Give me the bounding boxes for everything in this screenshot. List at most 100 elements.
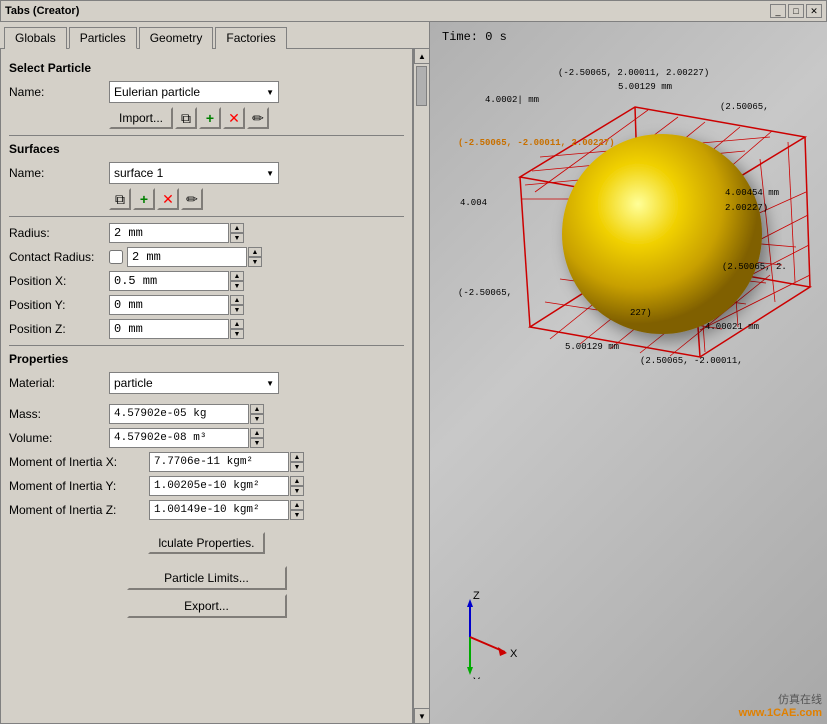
moi-z-down-button[interactable]: ▼ bbox=[290, 510, 304, 520]
position-y-down-button[interactable]: ▼ bbox=[230, 305, 244, 315]
scrollbar[interactable]: ▲ ▼ bbox=[413, 48, 429, 724]
calculate-properties-button[interactable]: lculate Properties. bbox=[148, 532, 264, 554]
scroll-thumb[interactable] bbox=[416, 66, 427, 106]
mass-input[interactable] bbox=[109, 404, 249, 424]
dropdown-arrow-icon: ▼ bbox=[266, 88, 274, 97]
material-dropdown[interactable]: particle ▼ bbox=[109, 372, 279, 394]
delete-button[interactable]: ✕ bbox=[223, 107, 245, 129]
annot-right-mid: (2.50065, 2. bbox=[722, 262, 787, 272]
copy-button[interactable]: ⧉ bbox=[175, 107, 197, 129]
tab-globals[interactable]: Globals bbox=[4, 27, 67, 49]
contact-radius-label: Contact Radius: bbox=[9, 250, 109, 264]
moi-x-input[interactable] bbox=[149, 452, 289, 472]
scroll-down-button[interactable]: ▼ bbox=[414, 708, 429, 724]
close-button[interactable]: ✕ bbox=[806, 4, 822, 18]
particle-name-label: Name: bbox=[9, 85, 109, 99]
edit-button[interactable]: ✏ bbox=[247, 107, 269, 129]
position-x-up-button[interactable]: ▲ bbox=[230, 271, 244, 281]
watermark-line1: 仿真在线 bbox=[739, 691, 822, 707]
radius-up-button[interactable]: ▲ bbox=[230, 223, 244, 233]
moi-x-up-button[interactable]: ▲ bbox=[290, 452, 304, 462]
volume-input[interactable] bbox=[109, 428, 249, 448]
annot-bottom-mm: 5.00129 mm bbox=[565, 342, 619, 352]
radius-input[interactable] bbox=[109, 223, 229, 243]
minimize-button[interactable]: _ bbox=[770, 4, 786, 18]
annot-top-left: (-2.50065, 2.00011, 2.00227) bbox=[558, 68, 709, 78]
position-x-down-button[interactable]: ▼ bbox=[230, 281, 244, 291]
position-z-up-button[interactable]: ▲ bbox=[230, 319, 244, 329]
tab-factories[interactable]: Factories bbox=[215, 27, 286, 49]
export-button[interactable]: Export... bbox=[127, 594, 287, 618]
mass-up-button[interactable]: ▲ bbox=[250, 404, 264, 414]
time-label: Time: 0 s bbox=[442, 30, 507, 44]
surface-dropdown-arrow-icon: ▼ bbox=[266, 169, 274, 178]
restore-button[interactable]: □ bbox=[788, 4, 804, 18]
window-title: Tabs (Creator) bbox=[5, 5, 79, 17]
contact-radius-up-button[interactable]: ▲ bbox=[248, 247, 262, 257]
moi-x-down-button[interactable]: ▼ bbox=[290, 462, 304, 472]
moi-z-up-button[interactable]: ▲ bbox=[290, 500, 304, 510]
panel-with-scroll: Select Particle Name: Eulerian particle … bbox=[0, 48, 429, 724]
material-row: Material: particle ▼ bbox=[9, 372, 404, 394]
volume-up-button[interactable]: ▲ bbox=[250, 428, 264, 438]
position-y-label: Position Y: bbox=[9, 298, 109, 312]
surface-name-dropdown[interactable]: surface 1 ▼ bbox=[109, 162, 279, 184]
import-button[interactable]: Import... bbox=[109, 107, 173, 129]
annot-left-4: 4.004 bbox=[460, 198, 487, 208]
tab-particles[interactable]: Particles bbox=[69, 27, 137, 49]
contact-radius-input[interactable] bbox=[127, 247, 247, 267]
surface-copy-icon: ⧉ bbox=[115, 191, 125, 208]
contact-radius-input-group: ▲ ▼ bbox=[127, 247, 262, 267]
tab-geometry[interactable]: Geometry bbox=[139, 27, 214, 49]
moi-y-row: Moment of Inertia Y: ▲ ▼ bbox=[9, 476, 404, 496]
contact-radius-spinner: ▲ ▼ bbox=[248, 247, 262, 267]
surface-add-button[interactable]: + bbox=[133, 188, 155, 210]
scroll-up-button[interactable]: ▲ bbox=[414, 48, 429, 64]
moi-z-input[interactable] bbox=[149, 500, 289, 520]
annot-right-top: (2.50065, bbox=[720, 102, 769, 112]
tabs-row: Globals Particles Geometry Factories bbox=[0, 22, 429, 48]
add-icon: + bbox=[206, 110, 214, 126]
position-y-up-button[interactable]: ▲ bbox=[230, 295, 244, 305]
moi-y-input[interactable] bbox=[149, 476, 289, 496]
left-panel: Globals Particles Geometry Factories Sel… bbox=[0, 22, 430, 724]
moi-y-down-button[interactable]: ▼ bbox=[290, 486, 304, 496]
annot-yellow: (-2.50065, -2.00011, 2.00227) bbox=[458, 138, 615, 148]
position-x-input[interactable] bbox=[109, 271, 229, 291]
watermark: 仿真在线 www.1CAE.com bbox=[739, 691, 822, 719]
contact-radius-checkbox[interactable] bbox=[109, 250, 123, 264]
volume-row: Volume: ▲ ▼ bbox=[9, 428, 404, 448]
position-z-input-group: ▲ ▼ bbox=[109, 319, 244, 339]
moi-y-up-button[interactable]: ▲ bbox=[290, 476, 304, 486]
x-axis-label: X bbox=[510, 648, 518, 660]
annot-right-mm1: 4.00454 mm bbox=[725, 188, 779, 198]
surface-delete-button[interactable]: ✕ bbox=[157, 188, 179, 210]
annot-top-mm1: 5.00129 mm bbox=[618, 82, 672, 92]
position-z-down-button[interactable]: ▼ bbox=[230, 329, 244, 339]
surface-edit-button[interactable]: ✏ bbox=[181, 188, 203, 210]
separator-1 bbox=[9, 135, 404, 136]
grid-right-v3 bbox=[760, 159, 775, 302]
particle-limits-button[interactable]: Particle Limits... bbox=[127, 566, 287, 590]
wireframe-right-back bbox=[805, 137, 810, 287]
mass-down-button[interactable]: ▼ bbox=[250, 414, 264, 424]
contact-radius-down-button[interactable]: ▼ bbox=[248, 257, 262, 267]
y-axis-label: Y bbox=[473, 676, 481, 679]
add-button[interactable]: + bbox=[199, 107, 221, 129]
annot-left-bottom: (-2.50065, bbox=[458, 288, 512, 298]
main-content: Globals Particles Geometry Factories Sel… bbox=[0, 22, 827, 724]
volume-label: Volume: bbox=[9, 431, 109, 445]
radius-down-button[interactable]: ▼ bbox=[230, 233, 244, 243]
position-y-input[interactable] bbox=[109, 295, 229, 315]
position-x-label: Position X: bbox=[9, 274, 109, 288]
panel-content: Select Particle Name: Eulerian particle … bbox=[0, 48, 413, 724]
position-y-input-group: ▲ ▼ bbox=[109, 295, 244, 315]
particle-name-dropdown[interactable]: Eulerian particle ▼ bbox=[109, 81, 279, 103]
position-z-input[interactable] bbox=[109, 319, 229, 339]
position-z-label: Position Z: bbox=[9, 322, 109, 336]
moi-x-input-group: ▲ ▼ bbox=[149, 452, 304, 472]
surface-copy-button[interactable]: ⧉ bbox=[109, 188, 131, 210]
moi-y-spinner: ▲ ▼ bbox=[290, 476, 304, 496]
volume-down-button[interactable]: ▼ bbox=[250, 438, 264, 448]
annot-right-21: 4.00021 mm bbox=[705, 322, 759, 332]
